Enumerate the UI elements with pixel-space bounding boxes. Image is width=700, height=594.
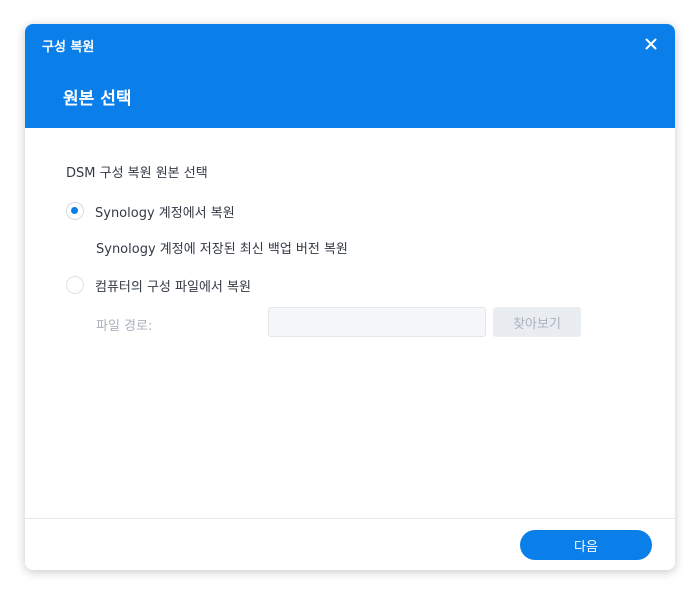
close-button[interactable] [643, 36, 659, 52]
dialog-header: 구성 복원 원본 선택 [25, 24, 675, 128]
browse-button[interactable]: 찾아보기 [493, 307, 581, 337]
dialog-footer: 다음 [25, 518, 675, 570]
restore-config-dialog: 구성 복원 원본 선택 DSM 구성 복원 원본 선택 Synology 계정에… [25, 24, 675, 570]
section-title: DSM 구성 복원 원본 선택 [66, 166, 208, 181]
page-title: 원본 선택 [63, 89, 132, 109]
dialog-title: 구성 복원 [42, 40, 95, 55]
option-synology-account-label: Synology 계정에서 복원 [95, 205, 235, 221]
radio-synology-account[interactable] [66, 202, 84, 220]
radio-local-config-file[interactable] [66, 276, 84, 294]
next-button[interactable]: 다음 [520, 530, 652, 560]
file-path-label: 파일 경로: [96, 319, 153, 334]
file-path-input[interactable] [268, 307, 486, 337]
option-synology-account-description: Synology 계정에 저장된 최신 백업 버전 복원 [96, 242, 348, 257]
option-local-config-file-label: 컴퓨터의 구성 파일에서 복원 [95, 279, 251, 295]
option-synology-account[interactable]: Synology 계정에서 복원 [66, 201, 235, 221]
close-icon [645, 38, 657, 50]
option-local-config-file[interactable]: 컴퓨터의 구성 파일에서 복원 [66, 275, 251, 295]
dialog-content: DSM 구성 복원 원본 선택 Synology 계정에서 복원 Synolog… [25, 128, 675, 518]
